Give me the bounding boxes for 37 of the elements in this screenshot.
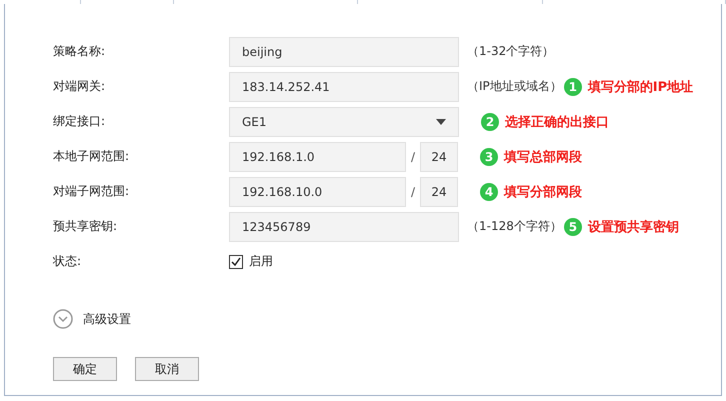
field-label: 绑定接口: (53, 113, 106, 130)
mask-field[interactable]: 24 (420, 176, 458, 206)
field-label: 预共享密钥: (53, 218, 118, 235)
checkbox[interactable] (229, 254, 243, 268)
mask-field[interactable]: 24 (420, 142, 458, 172)
input-field[interactable]: 192.168.1.0 (229, 142, 406, 172)
input-field[interactable]: 192.168.10.0 (229, 176, 406, 206)
annotation-text: 填写分部的IP地址 (588, 78, 694, 96)
input-field[interactable]: 183.14.252.41 (229, 72, 459, 102)
confirm-button[interactable]: 确定 (53, 357, 117, 381)
checkbox-label: 启用 (249, 253, 273, 270)
input-field[interactable]: 123456789 (229, 212, 459, 242)
separator: / (410, 150, 416, 164)
caret-icon (436, 118, 446, 124)
annotation-text: 填写分部网段 (504, 184, 582, 200)
input-field[interactable]: beijing (229, 36, 459, 66)
hint-text: （IP地址或域名） (467, 78, 562, 95)
hint-text: （1-128个字符） (467, 218, 562, 235)
field-label: 策略名称: (53, 43, 106, 60)
cancel-button[interactable]: 取消 (135, 357, 199, 381)
annotation-text: 设置预共享密钥 (588, 218, 679, 236)
select-field[interactable]: GE1 (229, 106, 459, 136)
step-badge: 2 (481, 112, 499, 130)
field-label: 状态: (53, 253, 82, 270)
step-badge: 4 (480, 182, 498, 200)
step-badge: 1 (564, 78, 582, 96)
field-label: 本地子网范围: (53, 148, 130, 165)
hint-text: （1-32个字符） (467, 43, 554, 60)
step-badge: 5 (564, 218, 582, 236)
field-label: 对端子网范围: (53, 183, 130, 200)
advanced-settings-link[interactable]: 高级设置 (83, 310, 131, 328)
step-badge: 3 (480, 148, 498, 166)
field-label: 对端网关: (53, 78, 106, 95)
annotation-text: 选择正确的出接口 (505, 114, 609, 130)
separator: / (410, 184, 416, 198)
expand-icon[interactable] (53, 309, 73, 329)
annotation-text: 填写总部网段 (504, 148, 582, 166)
